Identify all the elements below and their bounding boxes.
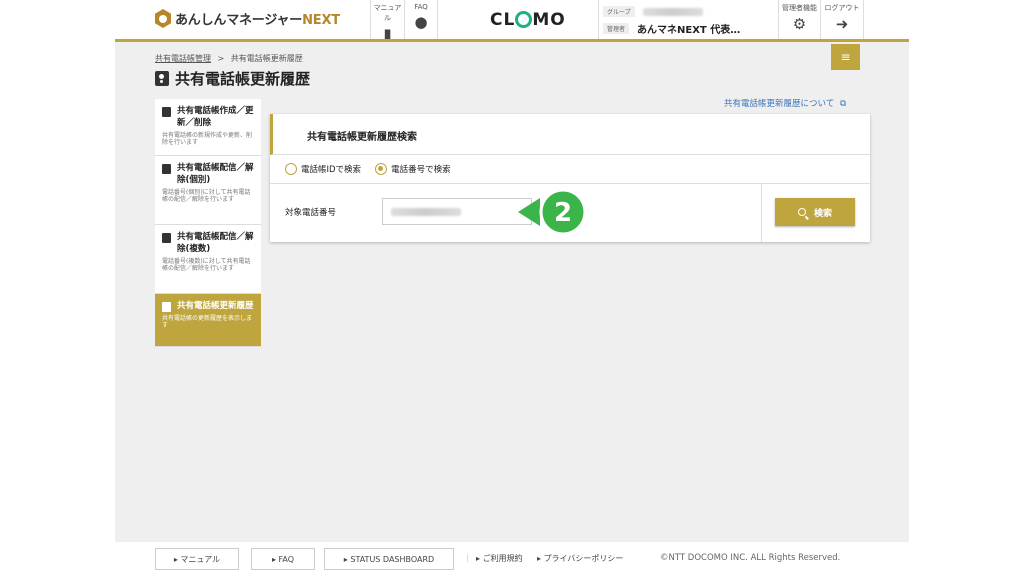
sidebar-item-deliver-single[interactable]: 共有電話帳配信／解除(個別) 電話番号(個別)に対して共有電話帳の配信／解除を行… [155, 156, 261, 225]
blurred-group-value [642, 7, 703, 16]
footer-privacy-label: プライバシーポリシー [543, 554, 624, 563]
brand-o-icon [515, 11, 533, 28]
sidebar-item-title: 共有電話帳配信／解除(個別) [177, 163, 254, 185]
logout-icon: ➜ [835, 15, 849, 33]
search-mode-group: 電話帳IDで検索 電話番号で検索 [285, 163, 465, 175]
search-button-label: 検索 [813, 207, 832, 218]
manual-button[interactable]: マニュアル ▮ [370, 0, 404, 42]
footer-manual-button[interactable]: ▸ マニュアル [155, 548, 239, 570]
sidebar-item-desc: 共有電話帳の新規作成や更新、削除を行います [162, 132, 253, 146]
external-link-icon: ⧉ [839, 99, 847, 109]
breadcrumb-parent-link[interactable]: 共有電話帳管理 [155, 54, 211, 63]
breadcrumb-current: 共有電話帳更新履歴 [230, 54, 303, 63]
contact-book-icon [162, 302, 171, 312]
help-link[interactable]: 共有電話帳更新履歴について ⧉ [724, 97, 846, 109]
sidebar-item-title: 共有電話帳配信／解除(複数) [177, 232, 254, 254]
admin-tag: 管理者 [603, 23, 630, 34]
blurred-phone-value [391, 208, 461, 216]
radio-search-by-number-label[interactable]: 電話番号で検索 [391, 163, 451, 175]
contact-book-icon [162, 164, 171, 174]
admin-functions-button[interactable]: 管理者機能 ⚙ [778, 0, 820, 39]
logo-text: あんしんマネージャー [175, 13, 303, 28]
search-panel-header: 共有電話帳更新履歴検索 [270, 114, 870, 155]
top-header: あんしんマネージャーNEXT マニュアル ▮ FAQ ● CL MO グループ 管… [115, 0, 909, 42]
divider [761, 184, 762, 242]
copyright-text: ©NTT DOCOMO INC. ALL Rights Reserved. [660, 553, 841, 563]
page-title: 共有電話帳更新履歴 [155, 68, 310, 89]
step-number: 2 [554, 198, 572, 228]
search-icon [797, 208, 806, 216]
page-title-text: 共有電話帳更新履歴 [175, 70, 311, 88]
radio-search-by-id-label[interactable]: 電話帳IDで検索 [301, 163, 361, 175]
footer-terms-link[interactable]: ▸ ご利用規約 [476, 553, 523, 564]
footer-faq-button[interactable]: ▸ FAQ [251, 548, 315, 570]
footer-status-label: STATUS DASHBOARD [350, 554, 435, 564]
footer: ▸ マニュアル ▸ FAQ ▸ STATUS DASHBOARD | ▸ ご利用… [115, 542, 909, 576]
radio-search-by-id[interactable] [285, 163, 297, 175]
group-selector[interactable]: グループ 管理者 あんマネNEXT 代表… [598, 0, 778, 39]
contact-book-icon [155, 71, 169, 86]
app-logo[interactable]: あんしんマネージャーNEXT [155, 9, 340, 28]
hamburger-menu-button[interactable]: ≡ [831, 44, 860, 70]
group-tag: グループ [603, 6, 635, 17]
footer-separator: | [466, 553, 469, 562]
breadcrumb: 共有電話帳管理 > 共有電話帳更新履歴 [155, 53, 303, 64]
footer-faq-label: FAQ [278, 554, 295, 564]
sidebar-item-title: 共有電話帳作成／更新／削除 [177, 106, 254, 128]
clomo-brand-logo: CL MO [490, 10, 566, 30]
step-number-badge: 2 [518, 188, 587, 234]
logout-label: ログアウト [824, 4, 860, 12]
help-link-text: 共有電話帳更新履歴について [724, 99, 835, 109]
admin-func-label: 管理者機能 [782, 4, 817, 12]
group-name: あんマネNEXT 代表… [637, 25, 741, 36]
footer-privacy-link[interactable]: ▸ プライバシーポリシー [537, 553, 623, 564]
radio-search-by-number[interactable] [375, 163, 388, 175]
phone-number-input[interactable] [382, 198, 532, 225]
search-button[interactable]: 検索 [775, 198, 855, 226]
manual-label: マニュアル [373, 4, 402, 22]
brand-right: MO [532, 10, 566, 30]
faq-label: FAQ [414, 3, 428, 11]
sidebar-item-history[interactable]: 共有電話帳更新履歴 共有電話帳の更新履歴を表示します [155, 294, 261, 347]
main-content: 共有電話帳管理 > 共有電話帳更新履歴 共有電話帳更新履歴 ≡ 共有電話帳更新履… [115, 42, 909, 542]
sidebar-item-deliver-multiple[interactable]: 共有電話帳配信／解除(複数) 電話番号(複数)に対して共有電話帳の配信／解除を行… [155, 225, 261, 294]
contact-book-icon [162, 233, 171, 243]
phone-number-label: 対象電話番号 [285, 208, 337, 218]
sidebar-item-title: 共有電話帳更新履歴 [177, 301, 254, 311]
footer-status-dashboard-button[interactable]: ▸ STATUS DASHBOARD [324, 548, 454, 570]
faq-button[interactable]: FAQ ● [404, 0, 438, 39]
shield-logo-icon [155, 9, 171, 28]
sidebar-item-desc: 電話番号(個別)に対して共有電話帳の配信／解除を行います [162, 189, 251, 203]
chat-bubbles-icon: ● [414, 13, 428, 31]
logo-accent: NEXT [302, 13, 340, 28]
menu-icon: ≡ [840, 50, 851, 64]
contact-book-icon [162, 107, 171, 117]
brand-left: CL [490, 10, 516, 30]
user-gear-icon: ⚙ [792, 15, 807, 33]
sidebar-item-desc: 共有電話帳の更新履歴を表示します [162, 315, 253, 329]
search-panel-title: 共有電話帳更新履歴検索 [307, 132, 417, 143]
sidebar-item-desc: 電話番号(複数)に対して共有電話帳の配信／解除を行います [162, 258, 251, 272]
logout-button[interactable]: ログアウト ➜ [820, 0, 864, 39]
sidebar-item-create[interactable]: 共有電話帳作成／更新／削除 共有電話帳の新規作成や更新、削除を行います [155, 99, 261, 156]
footer-manual-label: マニュアル [180, 554, 221, 564]
footer-terms-label: ご利用規約 [482, 554, 523, 563]
breadcrumb-separator: > [217, 54, 225, 63]
